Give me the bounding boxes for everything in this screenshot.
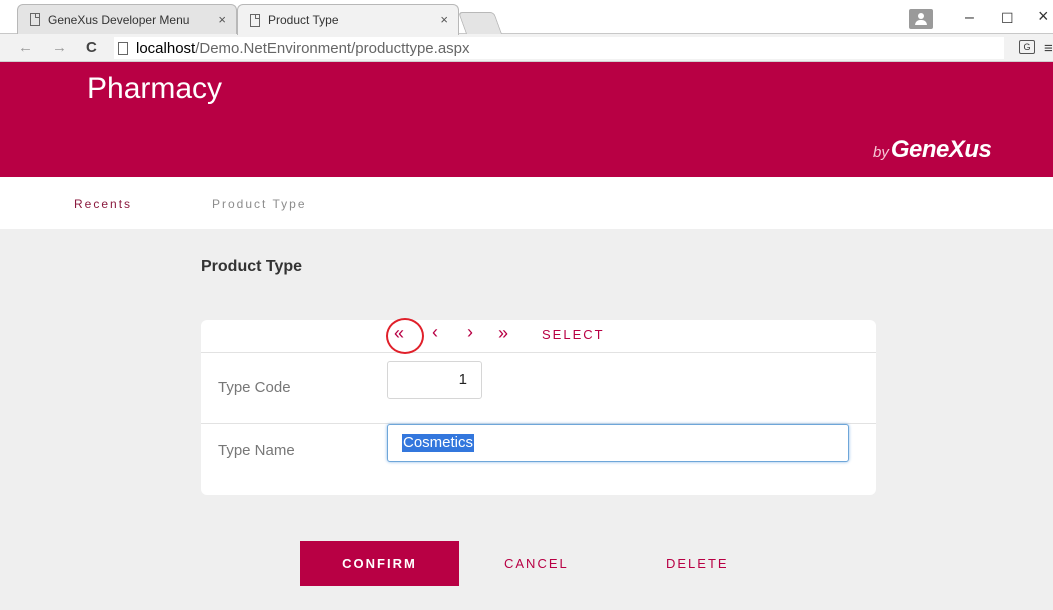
main-content: Product Type « ‹ › » SELECT Type Code 1 … — [0, 229, 1053, 610]
back-icon[interactable]: ← — [18, 39, 33, 56]
translate-icon[interactable]: G — [1019, 40, 1035, 54]
cancel-button[interactable]: CANCEL — [504, 556, 569, 571]
delete-button[interactable]: DELETE — [666, 556, 729, 571]
next-record-icon[interactable]: › — [467, 322, 473, 343]
brand-by: by — [873, 144, 889, 161]
address-bar: ← → C localhost /Demo.NetEnvironment/pro… — [0, 34, 1053, 62]
tab-label: GeneXus Developer Menu — [48, 12, 190, 27]
tab-product-type[interactable]: Product Type × — [237, 4, 459, 35]
highlight-circle — [386, 318, 424, 354]
tab-label: Product Type — [268, 13, 339, 27]
brand-name: GeneXus — [890, 136, 992, 163]
page-title: Product Type — [201, 258, 303, 275]
top-navigation: Recents Product Type — [0, 177, 1053, 229]
new-tab-button[interactable] — [457, 12, 503, 34]
tab-close-icon[interactable]: × — [440, 12, 448, 27]
type-code-label: Type Code — [218, 379, 291, 396]
type-code-input[interactable]: 1 — [387, 361, 482, 399]
menu-icon[interactable]: ≡ — [1044, 40, 1053, 57]
url-input[interactable]: localhost /Demo.NetEnvironment/productty… — [114, 37, 1004, 59]
forward-icon[interactable]: → — [52, 39, 67, 56]
select-button[interactable]: SELECT — [542, 327, 605, 342]
brand-logo: byGeneXus — [873, 136, 992, 164]
close-icon[interactable]: × — [1038, 6, 1049, 27]
tab-close-icon[interactable]: × — [218, 12, 226, 27]
page-icon — [118, 41, 128, 55]
nav-product-type[interactable]: Product Type — [212, 197, 307, 211]
record-pager: « ‹ › » SELECT — [201, 318, 876, 354]
type-name-label: Type Name — [218, 442, 295, 459]
page-icon — [250, 13, 260, 27]
last-record-icon[interactable]: » — [498, 323, 508, 344]
confirm-button[interactable]: CONFIRM — [300, 541, 459, 586]
type-name-row: Type Name Cosmetics — [201, 424, 876, 495]
tab-bar: GeneXus Developer Menu × Product Type × — [0, 0, 1053, 35]
form-card: « ‹ › » SELECT Type Code 1 Type Name Cos… — [201, 318, 876, 495]
reload-icon[interactable]: C — [86, 39, 97, 56]
tab-developer-menu[interactable]: GeneXus Developer Menu × — [17, 4, 237, 34]
app-title: Pharmacy — [87, 72, 223, 105]
page-icon — [30, 13, 40, 26]
url-path: /Demo.NetEnvironment/producttype.aspx — [195, 39, 470, 57]
app-header: Pharmacy byGeneXus — [0, 62, 1053, 177]
minimize-icon[interactable]: – — [965, 9, 974, 27]
maximize-icon[interactable]: ☐ — [1001, 10, 1014, 27]
type-code-row: Type Code 1 — [201, 353, 876, 424]
nav-recents[interactable]: Recents — [74, 197, 132, 211]
profile-icon[interactable] — [909, 9, 933, 29]
type-name-input[interactable]: Cosmetics — [387, 424, 849, 462]
type-name-value: Cosmetics — [402, 434, 475, 452]
url-host: localhost — [136, 39, 196, 57]
previous-record-icon[interactable]: ‹ — [432, 322, 438, 343]
